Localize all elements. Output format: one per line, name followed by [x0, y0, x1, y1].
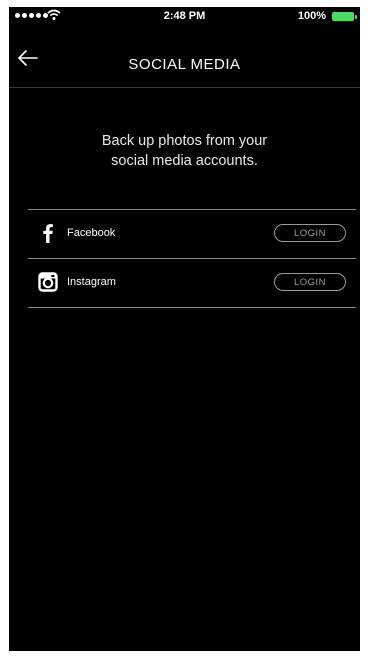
instagram-login-button[interactable]: LOGIN [274, 273, 346, 291]
instagram-icon [38, 272, 58, 292]
page-title: SOCIAL MEDIA [128, 56, 241, 73]
list-item-facebook: Facebook LOGIN [28, 210, 356, 259]
account-label-facebook: Facebook [67, 227, 116, 239]
social-accounts-list: Facebook LOGIN Instagram LOGIN [28, 209, 356, 308]
list-item-instagram: Instagram LOGIN [28, 259, 356, 308]
facebook-icon [43, 224, 53, 243]
description-text: Back up photos from your social media ac… [9, 131, 360, 171]
description-line-2: social media accounts. [111, 153, 258, 169]
battery-percent: 100% [297, 10, 326, 22]
status-bar: 2:48 PM 100% [9, 7, 360, 27]
account-label-instagram: Instagram [67, 276, 116, 288]
facebook-login-button[interactable]: LOGIN [274, 224, 346, 242]
description-line-1: Back up photos from your [101, 133, 268, 149]
battery-icon [332, 12, 357, 21]
navigation-bar: SOCIAL MEDIA [9, 27, 360, 88]
app-screen: 2:48 PM 100% SOCIAL MEDIA Back up photos… [9, 7, 360, 651]
